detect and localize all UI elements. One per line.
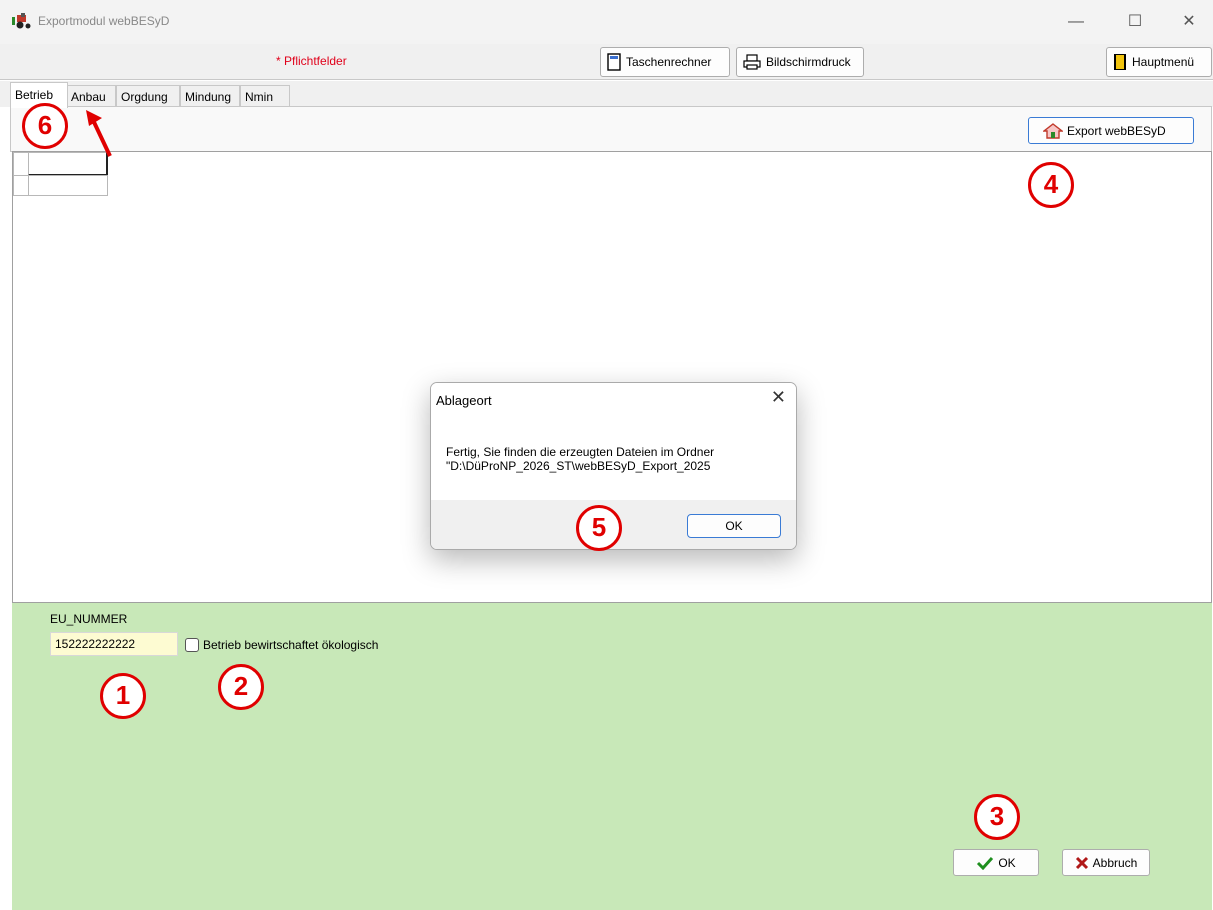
marker-1: 1 — [100, 673, 146, 719]
ok-button[interactable]: OK — [953, 849, 1039, 876]
screen-print-label: Bildschirmdruck — [766, 55, 851, 69]
dialog-title-bar: Ablageort ✕ — [431, 383, 796, 415]
marker-5: 5 — [576, 505, 622, 551]
dialog-body: Fertig, Sie finden die erzeugten Dateien… — [431, 415, 796, 500]
arrow-icon — [86, 110, 112, 157]
printer-icon — [743, 54, 761, 70]
required-fields-note: * Pflichtfelder — [276, 54, 347, 68]
organic-checkbox-label: Betrieb bewirtschaftet ökologisch — [203, 638, 379, 652]
cancel-label: Abbruch — [1092, 855, 1138, 870]
calculator-icon — [607, 53, 621, 71]
marker-6: 6 — [22, 103, 68, 149]
toolbar: * Pflichtfelder Taschenrechner Bildschir… — [0, 44, 1213, 80]
maximize-button[interactable]: ☐ — [1112, 8, 1158, 38]
marker-2: 2 — [218, 664, 264, 710]
dialog-message: Fertig, Sie finden die erzeugten Dateien… — [446, 445, 786, 473]
dialog-title: Ablageort — [436, 393, 492, 408]
minimize-button[interactable]: — — [1053, 8, 1099, 38]
house-icon — [1043, 122, 1063, 139]
export-label: Export webBESyD — [1067, 123, 1166, 138]
export-button[interactable]: Export webBESyD — [1028, 117, 1194, 144]
eu-number-input[interactable] — [50, 632, 178, 656]
tab-orgdung[interactable]: Orgdung — [116, 85, 180, 107]
calculator-label: Taschenrechner — [626, 55, 712, 69]
dialog-message-line2: "D:\DüProNP_2026_ST\webBESyD_Export_2025 — [446, 459, 711, 473]
tractor-icon — [12, 13, 31, 29]
main-menu-button[interactable]: Hauptmenü — [1106, 47, 1212, 77]
main-menu-label: Hauptmenü — [1132, 55, 1195, 69]
grid-cell[interactable] — [28, 175, 108, 196]
marker-4: 4 — [1028, 162, 1074, 208]
close-button[interactable]: ✕ — [1166, 8, 1212, 38]
export-panel: Export webBESyD — [10, 106, 1212, 152]
tab-anbau[interactable]: Anbau — [66, 85, 116, 107]
cross-icon — [1075, 856, 1088, 869]
grid-row-header — [13, 152, 29, 176]
marker-3: 3 — [974, 794, 1020, 840]
dialog-ok-button[interactable]: OK — [687, 514, 781, 538]
calculator-button[interactable]: Taschenrechner — [600, 47, 730, 77]
eu-number-label: EU_NUMMER — [50, 612, 128, 626]
dialog-message-line1: Fertig, Sie finden die erzeugten Dateien… — [446, 445, 715, 459]
tab-bar: Betrieb Anbau Orgdung Mindung Nmin — [0, 81, 1213, 108]
screen-print-button[interactable]: Bildschirmdruck — [736, 47, 864, 77]
tab-mindung[interactable]: Mindung — [180, 85, 240, 107]
window-title: Exportmodul webBESyD — [38, 14, 170, 28]
tab-nmin[interactable]: Nmin — [240, 85, 290, 107]
cancel-button[interactable]: Abbruch — [1062, 849, 1150, 876]
organic-checkbox[interactable] — [185, 638, 199, 652]
ok-label: OK — [998, 855, 1016, 870]
dialog-close-icon[interactable]: ✕ — [771, 387, 786, 408]
exit-door-icon — [1114, 54, 1126, 70]
checkmark-icon — [977, 856, 994, 870]
grid-row-header — [13, 175, 29, 196]
title-bar: Exportmodul webBESyD — ☐ ✕ — [0, 0, 1213, 44]
